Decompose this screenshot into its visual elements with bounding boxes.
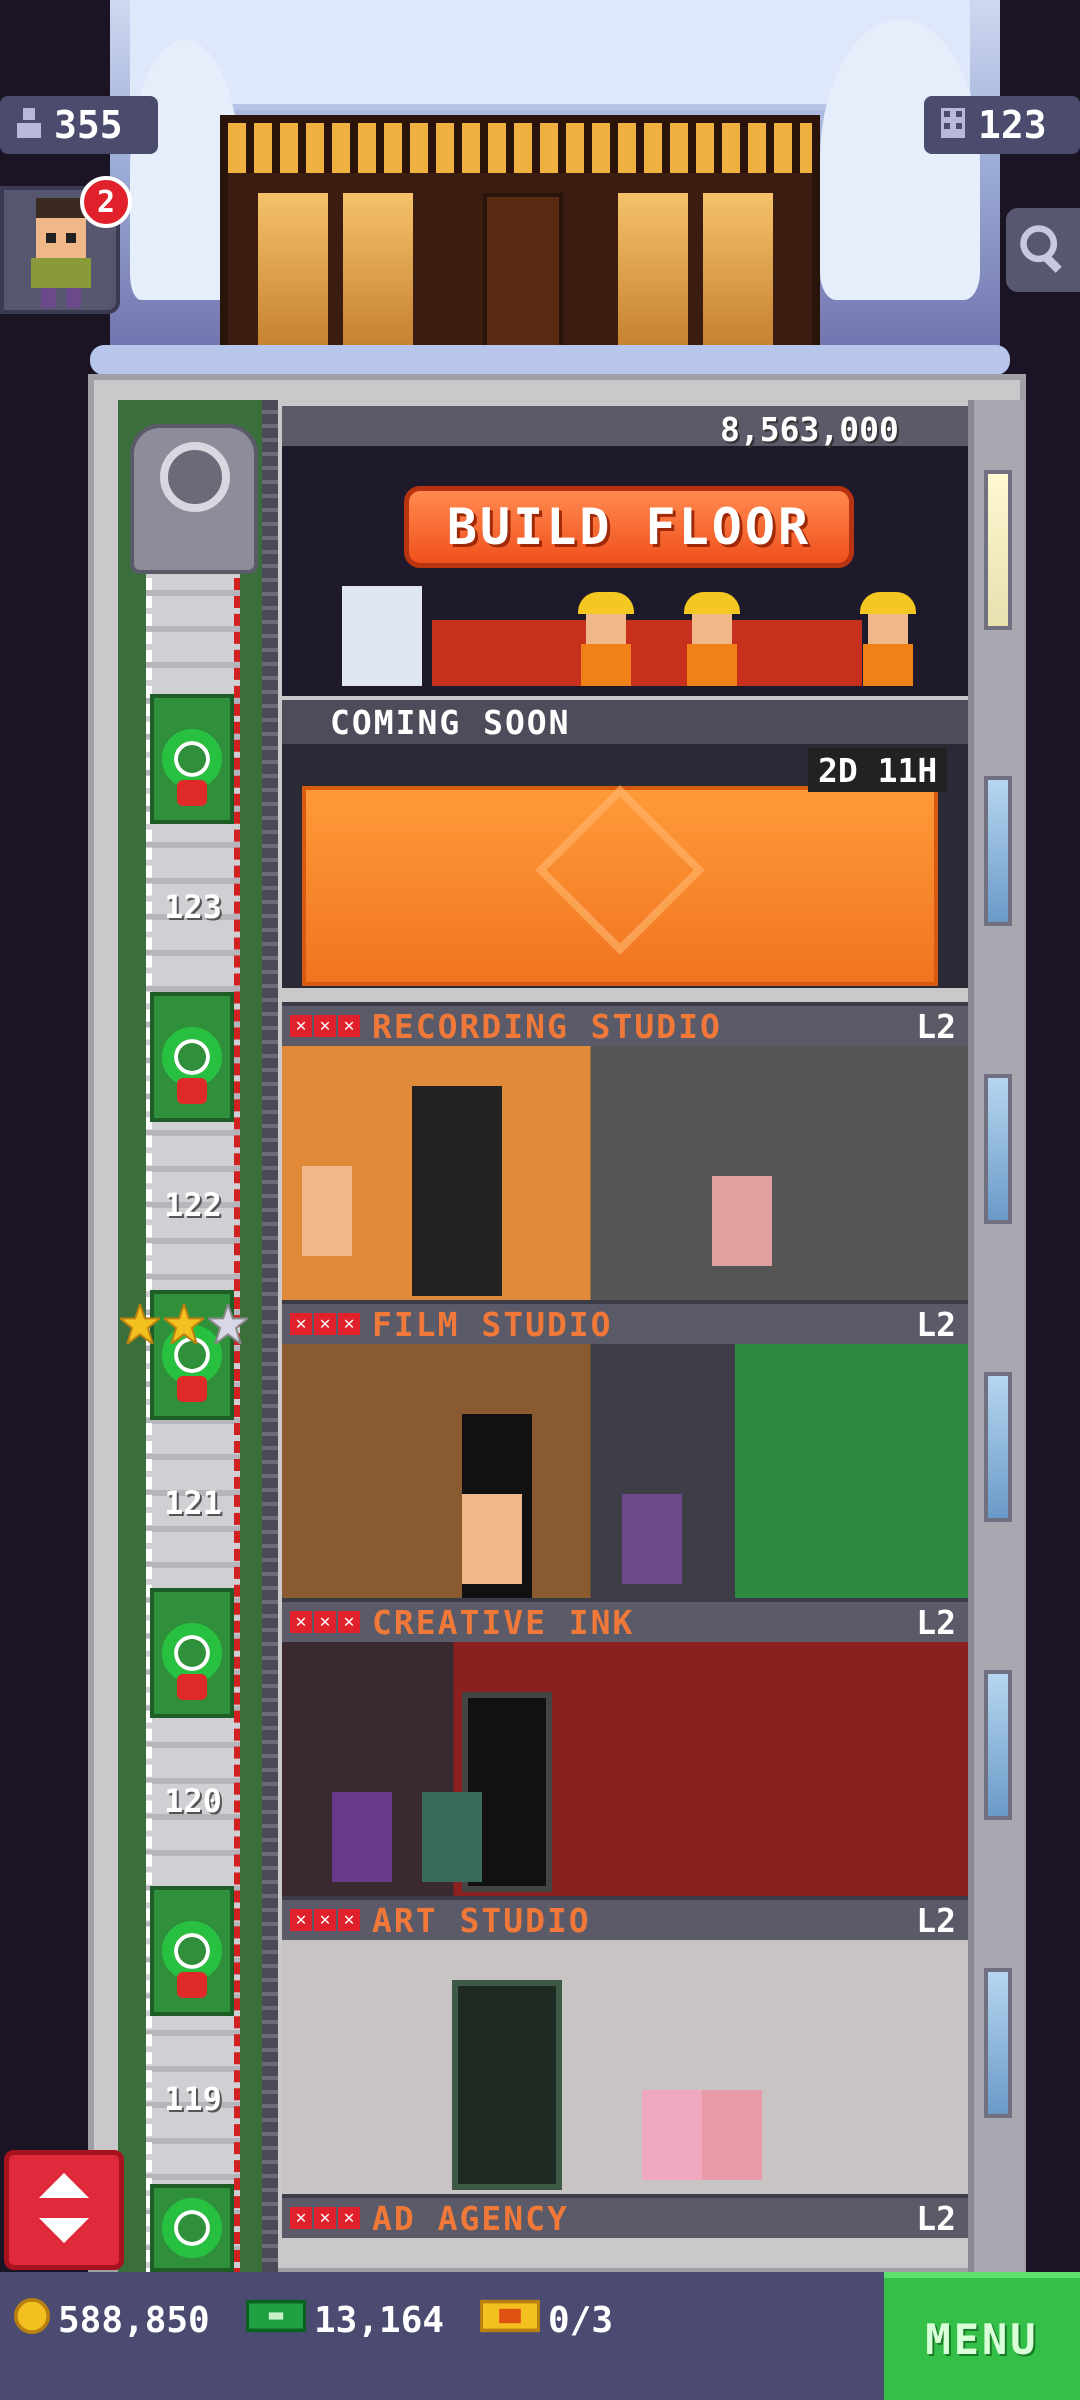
fan-icon <box>160 442 230 512</box>
floor-name: AD AGENCY <box>372 2198 569 2238</box>
wall-window <box>984 1670 1012 1820</box>
person-icon <box>14 103 44 147</box>
population-counter[interactable]: 355 <box>0 96 158 154</box>
floor-name: FILM STUDIO <box>372 1304 613 1344</box>
floor-count-value: 123 <box>978 103 1047 147</box>
floor-level: L2 <box>916 2198 956 2238</box>
star-empty-icon <box>208 1304 248 1344</box>
creative-ink-room[interactable] <box>282 1642 968 1896</box>
floor-level: L2 <box>916 1304 956 1344</box>
floor-level: L2 <box>916 1602 956 1642</box>
tickets-counter[interactable]: 0/3 <box>479 2298 614 2343</box>
star-filled-icon <box>120 1304 160 1344</box>
wall-window <box>984 470 1012 630</box>
floor-label-creative-ink[interactable]: ✕ ✕ ✕ CREATIVE INK L2 <box>282 1598 968 1642</box>
art-studio-room[interactable] <box>282 1940 968 2194</box>
empty-star-x-icon: ✕ <box>290 1015 312 1037</box>
coming-soon-label: COMING SOON <box>282 700 968 744</box>
shaft-divider <box>262 400 278 2280</box>
coin-icon <box>14 2298 50 2343</box>
elevator-car-decoration <box>150 1588 234 1718</box>
bux-icon <box>245 2298 307 2343</box>
film-studio-room[interactable] <box>282 1344 968 1604</box>
empty-star-x-icon: ✕ <box>338 1313 360 1335</box>
tickets-value: 0/3 <box>548 2300 614 2341</box>
floor-level: L2 <box>916 1006 956 1046</box>
bux-value: 13,164 <box>314 2300 445 2341</box>
floor-number: 122 <box>164 1186 222 1224</box>
up-down-arrows-icon <box>39 2173 89 2247</box>
coins-counter[interactable]: 588,850 <box>14 2298 210 2343</box>
snowy-tree-right <box>820 20 980 300</box>
wreath-icon <box>162 2198 222 2258</box>
wall-window <box>984 1968 1012 2118</box>
ticket-icon <box>479 2298 541 2343</box>
floor-name: CREATIVE INK <box>372 1602 635 1642</box>
lobby-entrance <box>220 115 820 370</box>
elevator-button[interactable] <box>4 2150 124 2270</box>
building-icon <box>938 103 968 147</box>
empty-star-x-icon: ✕ <box>290 1909 312 1931</box>
empty-star-x-icon: ✕ <box>290 1611 312 1633</box>
empty-star-x-icon: ✕ <box>314 2207 336 2229</box>
menu-button[interactable]: MENU <box>884 2272 1080 2400</box>
star-filled-icon <box>164 1304 204 1344</box>
empty-star-x-icon: ✕ <box>314 1909 336 1931</box>
elevator-motor <box>130 424 258 574</box>
elevator-car-decoration <box>150 992 234 1122</box>
empty-star-x-icon: ✕ <box>338 1015 360 1037</box>
floor-label-art-studio[interactable]: ✕ ✕ ✕ ART STUDIO L2 <box>282 1896 968 1940</box>
snow-ledge <box>90 345 1010 375</box>
coming-soon-timer: 2D 11H <box>808 748 948 792</box>
floor-name: ART STUDIO <box>372 1900 591 1940</box>
construction-worker <box>684 592 740 692</box>
build-floor-button[interactable]: BUILD FLOOR <box>404 486 854 568</box>
floor-label-recording-studio[interactable]: ✕ ✕ ✕ RECORDING STUDIO L2 <box>282 1002 968 1046</box>
floor-counter[interactable]: 123 <box>924 96 1080 154</box>
search-button[interactable] <box>1006 208 1080 292</box>
build-cost: 8,563,000 <box>720 410 899 449</box>
bux-counter[interactable]: 13,164 <box>245 2298 445 2343</box>
wall-window <box>984 1372 1012 1522</box>
floor-number: 120 <box>164 1782 222 1820</box>
empty-star-x-icon: ✕ <box>314 1611 336 1633</box>
elevator-stars <box>120 1304 248 1344</box>
empty-star-x-icon: ✕ <box>290 2207 312 2229</box>
empty-star-x-icon: ✕ <box>338 2207 360 2229</box>
recording-studio-room[interactable] <box>282 1046 968 1300</box>
elevator-car-decoration <box>150 694 234 824</box>
construction-worker <box>578 592 634 692</box>
floor-label-ad-agency[interactable]: ✕ ✕ ✕ AD AGENCY L2 <box>282 2194 968 2238</box>
coins-value: 588,850 <box>58 2300 210 2341</box>
construction-worker <box>860 592 916 692</box>
empty-star-x-icon: ✕ <box>314 1313 336 1335</box>
floor-label-film-studio[interactable]: ✕ ✕ ✕ FILM STUDIO L2 <box>282 1300 968 1344</box>
empty-star-x-icon: ✕ <box>290 1313 312 1335</box>
floor-number: 121 <box>164 1484 222 1522</box>
wall-window <box>984 1074 1012 1224</box>
elevator-car-decoration <box>150 2184 234 2272</box>
magnifier-icon <box>1017 222 1069 278</box>
population-value: 355 <box>54 103 123 147</box>
floor-number: 119 <box>164 2080 222 2118</box>
elevator-car-decoration <box>150 1886 234 2016</box>
notification-badge: 2 <box>80 176 132 228</box>
wall-window <box>984 776 1012 926</box>
empty-star-x-icon: ✕ <box>314 1015 336 1037</box>
lobby-door <box>483 193 563 368</box>
empty-star-x-icon: ✕ <box>338 1909 360 1931</box>
floor-name: RECORDING STUDIO <box>372 1006 722 1046</box>
empty-star-x-icon: ✕ <box>338 1611 360 1633</box>
floor-number: 123 <box>164 888 222 926</box>
floor-level: L2 <box>916 1900 956 1940</box>
